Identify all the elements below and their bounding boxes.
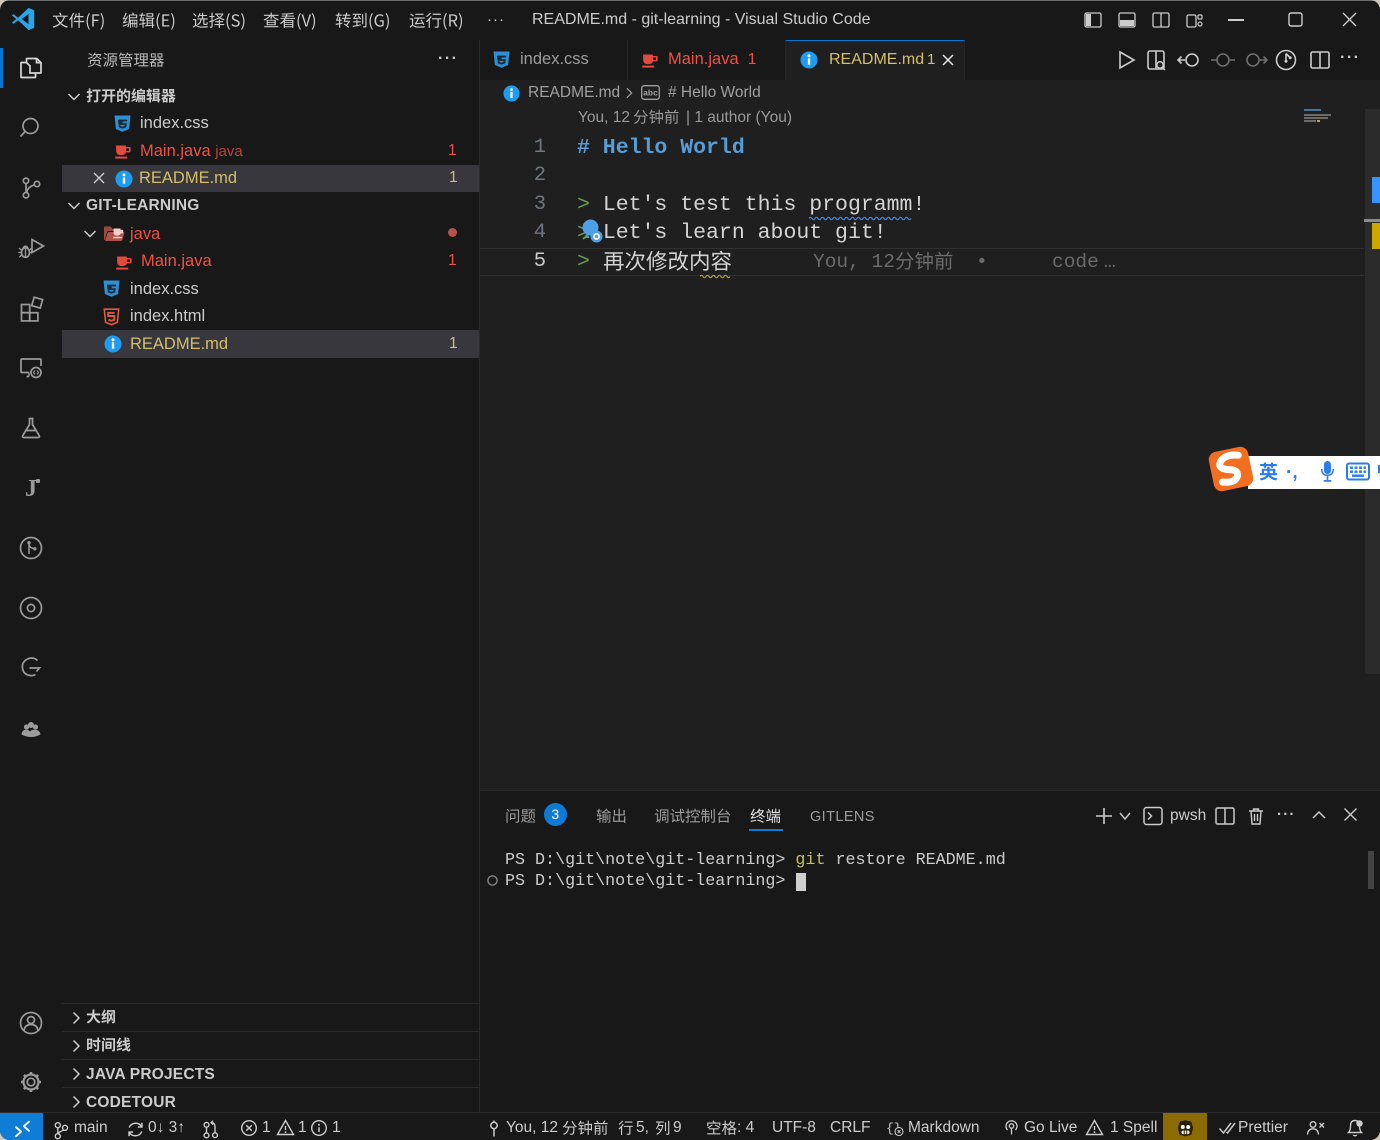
svg-text:abc: abc [643, 88, 658, 98]
